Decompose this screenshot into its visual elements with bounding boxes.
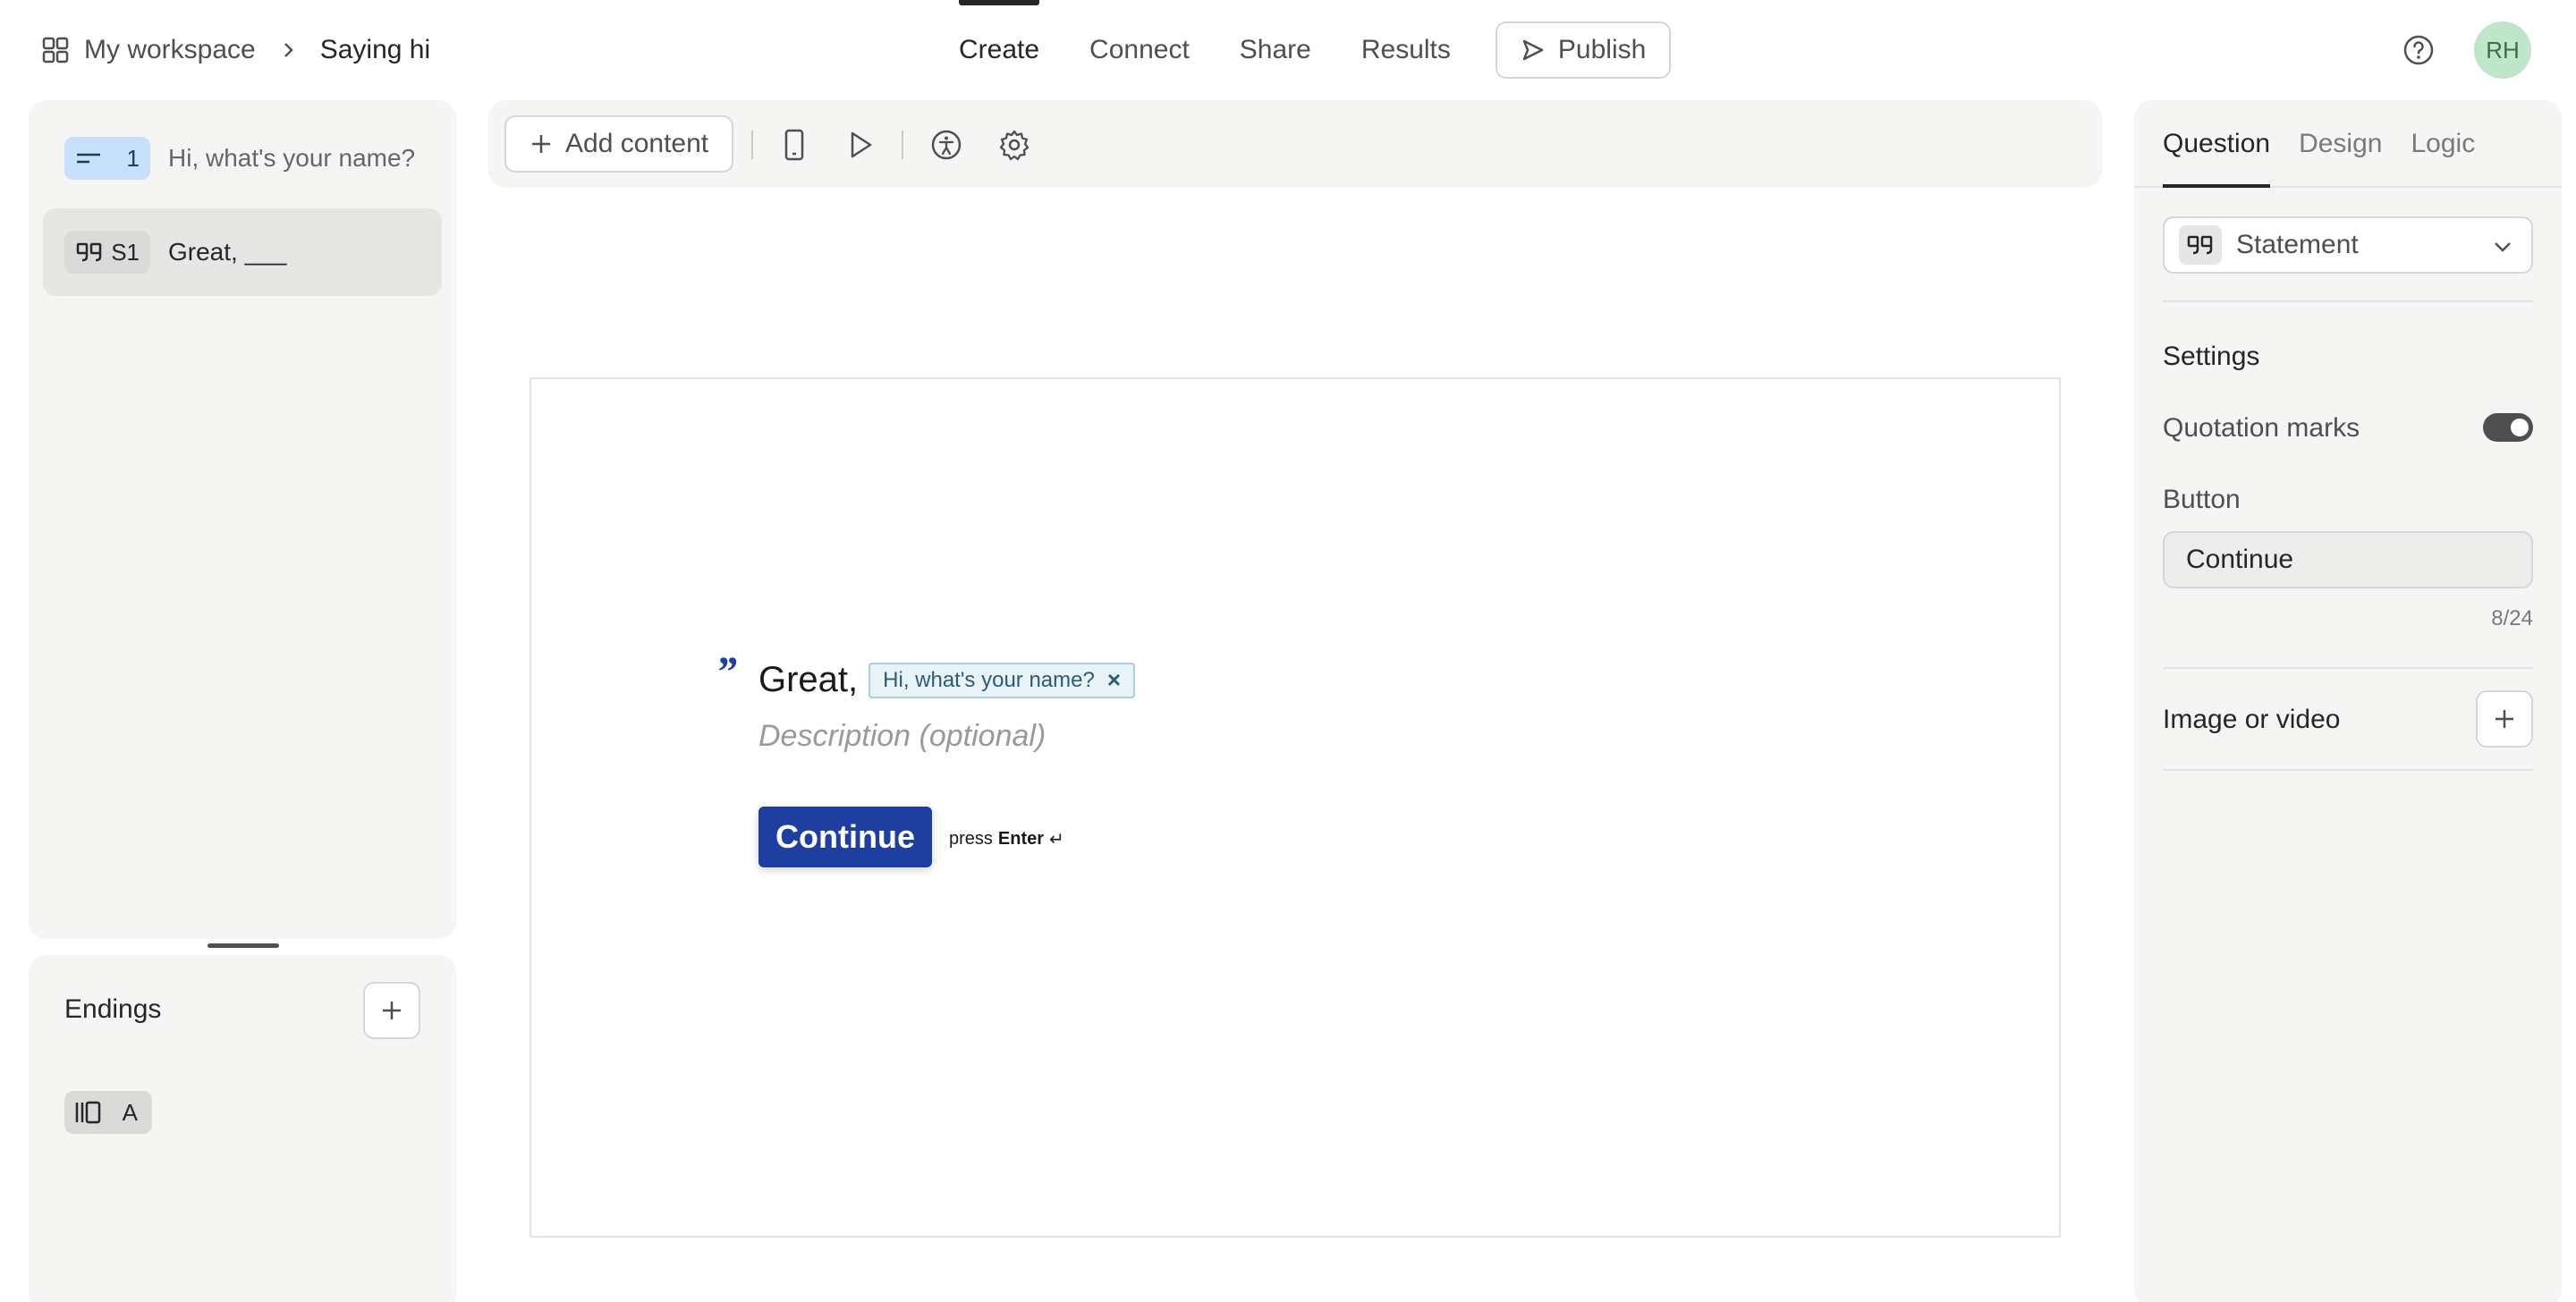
settings-gear-icon[interactable] — [996, 127, 1032, 163]
question-label: Hi, what's your name? — [168, 144, 416, 172]
tab-results[interactable]: Results — [1361, 0, 1451, 100]
quotation-marks-toggle[interactable] — [2483, 413, 2533, 442]
tab-share[interactable]: Share — [1240, 0, 1311, 100]
main-nav: Create Connect Share Results Publish — [959, 0, 1672, 100]
mobile-preview-icon[interactable] — [776, 127, 812, 163]
breadcrumb: My workspace Saying hi — [41, 32, 430, 68]
ending-item[interactable]: A — [64, 1091, 152, 1134]
hint-key: Enter — [997, 829, 1045, 849]
divider — [2163, 667, 2533, 669]
question-badge: 1 — [64, 137, 150, 180]
description-field[interactable]: Description (optional) — [758, 719, 1046, 754]
question-number: S1 — [111, 238, 140, 266]
question-badge: S1 — [64, 231, 150, 274]
question-list-panel: 1 Hi, what's your name? S1 Great, ___ — [29, 100, 456, 939]
short-text-icon — [77, 153, 100, 164]
play-icon[interactable] — [843, 127, 878, 163]
button-text-input[interactable]: Continue — [2163, 531, 2533, 588]
media-label: Image or video — [2163, 705, 2341, 734]
plus-icon — [532, 135, 550, 153]
plus-icon — [383, 1002, 401, 1019]
tab-question[interactable]: Question — [2163, 100, 2271, 188]
add-content-button[interactable]: Add content — [504, 115, 734, 173]
endings-title: Endings — [64, 994, 162, 1024]
accessibility-icon[interactable] — [928, 127, 964, 163]
send-icon — [1522, 39, 1544, 61]
quotation-mark: ” — [716, 648, 737, 696]
panel-resize-handle[interactable] — [208, 943, 279, 948]
close-icon[interactable]: × — [1107, 666, 1121, 694]
question-type-label: Statement — [2236, 230, 2359, 259]
chevron-down-icon — [2495, 242, 2511, 252]
toolbar-divider — [751, 131, 753, 159]
help-icon[interactable] — [2402, 34, 2435, 66]
statement-heading[interactable]: Great, Hi, what's your name? × — [758, 660, 1136, 700]
add-ending-button[interactable] — [363, 982, 420, 1039]
avatar[interactable]: RH — [2474, 21, 2531, 79]
endings-panel: Endings A — [29, 955, 456, 1302]
tab-design[interactable]: Design — [2299, 100, 2382, 188]
breadcrumb-form-title[interactable]: Saying hi — [320, 35, 430, 65]
editor-toolbar: Add content — [488, 100, 2102, 188]
add-content-label: Add content — [565, 129, 709, 158]
settings-tabs: Question Design Logic — [2163, 100, 2504, 188]
button-char-counter: 8/24 — [2491, 606, 2533, 630]
top-bar: My workspace Saying hi Create Connect Sh… — [0, 0, 2576, 100]
workspace-grid-icon[interactable] — [41, 36, 70, 64]
divider — [2163, 769, 2533, 771]
quotation-marks-label: Quotation marks — [2163, 413, 2360, 443]
toolbar-divider — [902, 131, 903, 159]
statement-text[interactable]: Great, — [758, 660, 858, 700]
quote-icon — [76, 242, 102, 262]
quote-icon — [2179, 225, 2222, 265]
question-settings-panel: Question Design Logic Statement Settings… — [2134, 100, 2562, 1302]
tab-logic[interactable]: Logic — [2411, 100, 2475, 188]
publish-label: Publish — [1557, 35, 1647, 64]
ending-letter: A — [122, 1098, 138, 1126]
question-number: 1 — [126, 144, 140, 172]
chevron-right-icon — [284, 43, 293, 57]
enter-key-icon: ↵ — [1049, 830, 1064, 850]
question-type-dropdown[interactable]: Statement — [2163, 216, 2533, 274]
hint-press: press — [949, 829, 993, 849]
ending-icon — [75, 1101, 101, 1124]
tab-create[interactable]: Create — [959, 0, 1040, 100]
question-label: Great, ___ — [168, 238, 287, 266]
breadcrumb-workspace[interactable]: My workspace — [84, 35, 256, 65]
question-item[interactable]: 1 Hi, what's your name? — [43, 114, 442, 202]
recall-chip-label: Hi, what's your name? — [883, 667, 1095, 692]
enter-hint: press Enter ↵ — [949, 828, 1064, 850]
recall-chip[interactable]: Hi, what's your name? × — [869, 662, 1136, 698]
publish-button[interactable]: Publish — [1495, 21, 1672, 79]
tab-connect[interactable]: Connect — [1089, 0, 1190, 100]
plus-icon — [2496, 710, 2513, 728]
question-item-selected[interactable]: S1 Great, ___ — [43, 208, 442, 296]
button-heading: Button — [2163, 485, 2241, 514]
divider — [2163, 300, 2533, 302]
continue-button[interactable]: Continue — [758, 807, 932, 867]
add-media-button[interactable] — [2476, 690, 2533, 748]
settings-heading: Settings — [2163, 342, 2260, 371]
